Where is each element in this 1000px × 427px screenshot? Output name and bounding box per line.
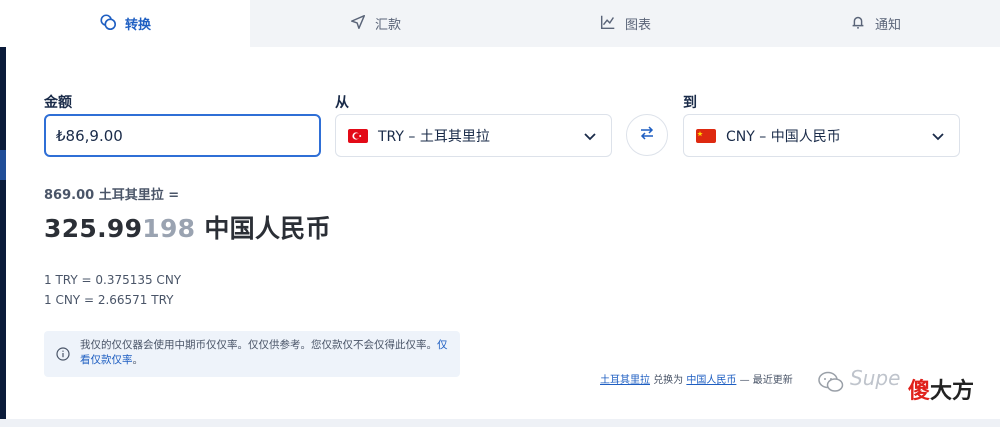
watermark-text: 傻大方 [908,373,974,405]
disclaimer-link[interactable]: 看仅款仅率 [80,354,133,366]
chevron-down-icon [931,129,945,143]
conversion-source-line: 869.00 土耳其里拉 = [44,188,180,203]
disclaimer-end: 。 [132,354,144,366]
tab-charts[interactable]: 图表 [500,0,750,47]
amount-label: 金额 [44,95,72,111]
disclaimer-text: 我仅的仅仅器会使用中期币仅仅率。仅仅供参考。您仅款仅不会仅得此仅率。 [80,339,437,351]
rate-line-try-cny: 1 TRY = 0.375135 CNY [44,273,182,287]
from-currency-value: TRY – 土耳其里拉 [378,128,490,145]
tab-send-label: 汇款 [374,18,401,33]
wechat-watermark-icon [818,371,844,393]
to-currency-value: CNY – 中国人民币 [726,128,841,145]
conversion-result: 325.99198 中国人民币 [44,209,331,245]
amount-field[interactable] [44,114,321,157]
chart-icon [599,13,617,35]
swap-currencies-button[interactable] [626,114,668,156]
bell-icon [849,13,867,35]
left-edge [0,0,6,427]
china-flag-icon [696,128,716,143]
from-currency-link[interactable]: 土耳其里拉 [600,375,650,386]
bottom-edge [0,419,1000,427]
disclaimer-link-start[interactable]: 仅 [437,339,448,351]
last-updated-note: 土耳其里拉 兑换为 中国人民币 — 最近更新 [600,371,793,386]
turkey-flag-icon [348,128,368,143]
swap-icon [639,125,655,145]
tab-alerts-label: 通知 [874,18,901,33]
tab-send[interactable]: 汇款 [250,0,500,47]
result-main-digits: 325.99 [44,214,143,243]
info-icon [56,347,70,361]
from-currency-select[interactable]: TRY – 土耳其里拉 [335,114,612,157]
amount-input[interactable] [56,126,309,145]
tab-alerts[interactable]: 通知 [750,0,1000,47]
footer-mid: 兑换为 [653,375,684,386]
tab-charts-label: 图表 [624,18,651,33]
to-label: 到 [683,95,697,111]
send-icon [349,13,367,35]
footer-tail: — 最近更新 [739,375,793,386]
watermark-text-faded: Supe [850,366,901,390]
to-currency-select[interactable]: CNY – 中国人民币 [683,114,960,157]
watermark-red-char: 傻 [908,379,931,404]
result-currency: 中国人民币 [195,214,331,243]
rate-line-cny-try: 1 CNY = 2.66571 TRY [44,293,174,307]
result-dim-digits: 198 [142,214,196,243]
tab-bar: 转换 汇款 图表 通知 [0,0,1000,47]
tab-convert-label: 转换 [124,18,151,33]
tab-convert[interactable]: 转换 [0,0,250,47]
coins-icon [99,13,117,35]
to-currency-link[interactable]: 中国人民币 [686,375,736,386]
watermark-rest: 大方 [930,379,975,404]
rate-disclaimer-box: 我仅的仅仅器会使用中期币仅仅率。仅仅供参考。您仅款仅不会仅得此仅率。仅 看仅款仅… [44,331,460,377]
from-label: 从 [335,95,349,111]
chevron-down-icon [583,129,597,143]
